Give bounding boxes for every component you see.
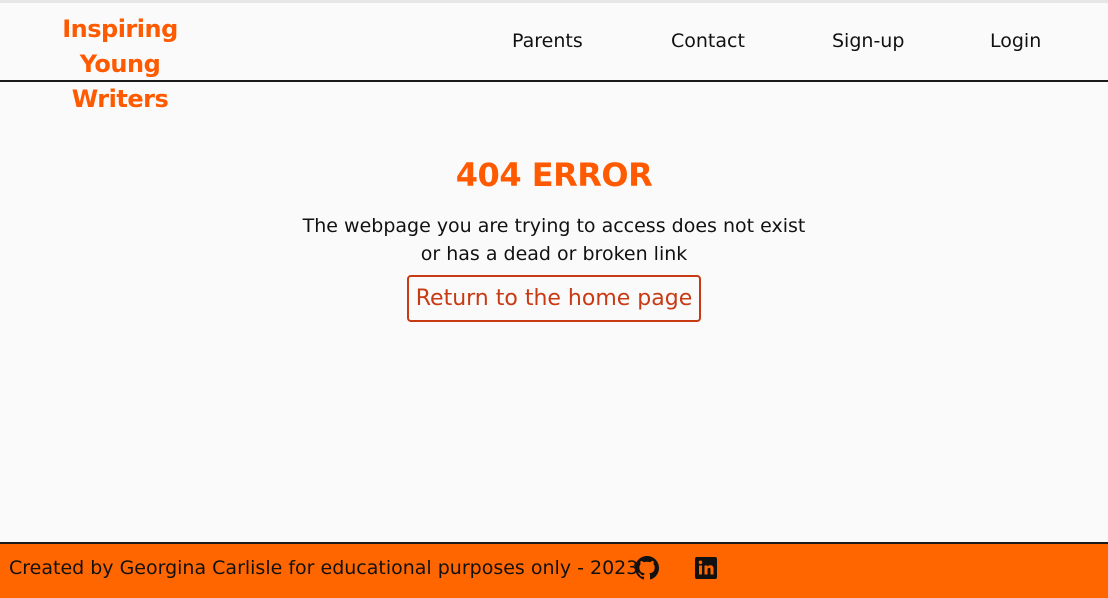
page: Inspiring Young Writers Parents Contact … bbox=[0, 0, 1108, 598]
nav-link-parents[interactable]: Parents bbox=[512, 30, 583, 52]
linkedin-icon[interactable] bbox=[694, 556, 718, 580]
error-message-line-2: or has a dead or broken link bbox=[420, 243, 688, 265]
nav-link-contact[interactable]: Contact bbox=[671, 30, 745, 52]
return-home-button[interactable]: Return to the home page bbox=[407, 275, 701, 322]
site-header: Inspiring Young Writers Parents Contact … bbox=[0, 3, 1108, 113]
error-title: 404 ERROR bbox=[455, 156, 653, 194]
github-icon-glyph bbox=[635, 556, 659, 580]
site-footer: Created by Georgina Carlisle for educati… bbox=[0, 542, 1108, 598]
error-message-line-1: The webpage you are trying to access doe… bbox=[302, 215, 806, 237]
error-message: The webpage you are trying to access doe… bbox=[0, 212, 1108, 268]
nav-link-login[interactable]: Login bbox=[990, 30, 1041, 52]
github-icon[interactable] bbox=[635, 556, 659, 580]
error-section: 404 ERROR The webpage you are trying to … bbox=[0, 84, 1108, 542]
footer-credit: Created by Georgina Carlisle for educati… bbox=[9, 557, 639, 579]
nav-link-sign-up[interactable]: Sign-up bbox=[832, 30, 904, 52]
linkedin-icon-glyph bbox=[695, 557, 717, 579]
